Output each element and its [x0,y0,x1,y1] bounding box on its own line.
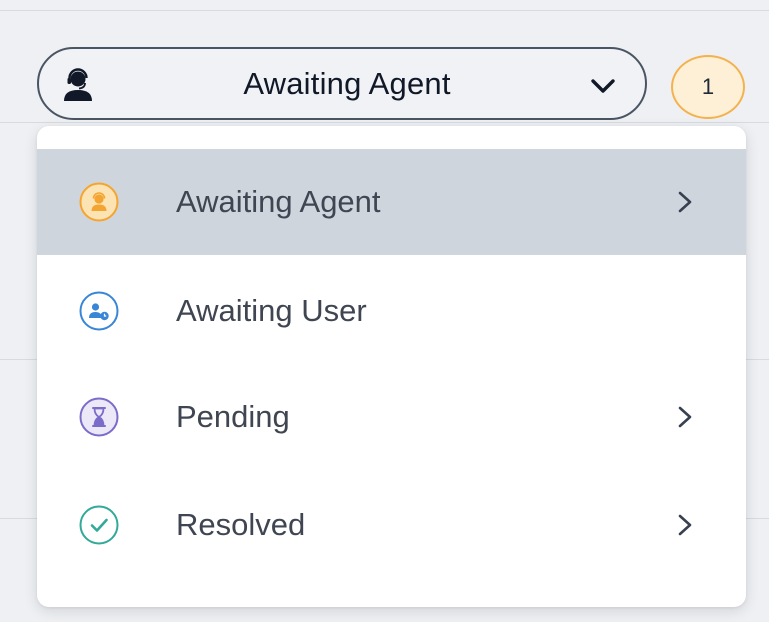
menu-item-label: Pending [176,399,290,434]
menu-item-pending[interactable]: Pending [37,364,746,470]
menu-item-awaiting-user[interactable]: Awaiting User [37,258,746,364]
menu-item-label: Resolved [176,507,306,542]
check-icon [79,505,119,545]
menu-item-awaiting-agent[interactable]: Awaiting Agent [37,149,746,255]
chevron-right-icon [678,406,692,428]
select-value: Awaiting Agent [243,65,451,101]
agent-headset-icon [79,182,119,222]
count-badge: 1 [671,55,745,119]
chevron-down-icon [591,79,615,93]
status-select[interactable]: Awaiting Agent [37,47,647,120]
count-value: 1 [701,74,715,99]
menu-item-label: Awaiting User [176,293,367,328]
user-clock-icon [79,291,119,331]
hourglass-icon [79,397,119,437]
menu-item-resolved[interactable]: Resolved [37,472,746,578]
top-divider [0,10,769,11]
row-divider [0,122,769,123]
agent-headset-icon [64,68,92,101]
menu-item-label: Awaiting Agent [176,184,381,219]
chevron-right-icon [678,191,692,213]
status-dropdown-menu: Awaiting Agent Awaiting User Pending Res… [37,126,746,607]
chevron-right-icon [678,514,692,536]
